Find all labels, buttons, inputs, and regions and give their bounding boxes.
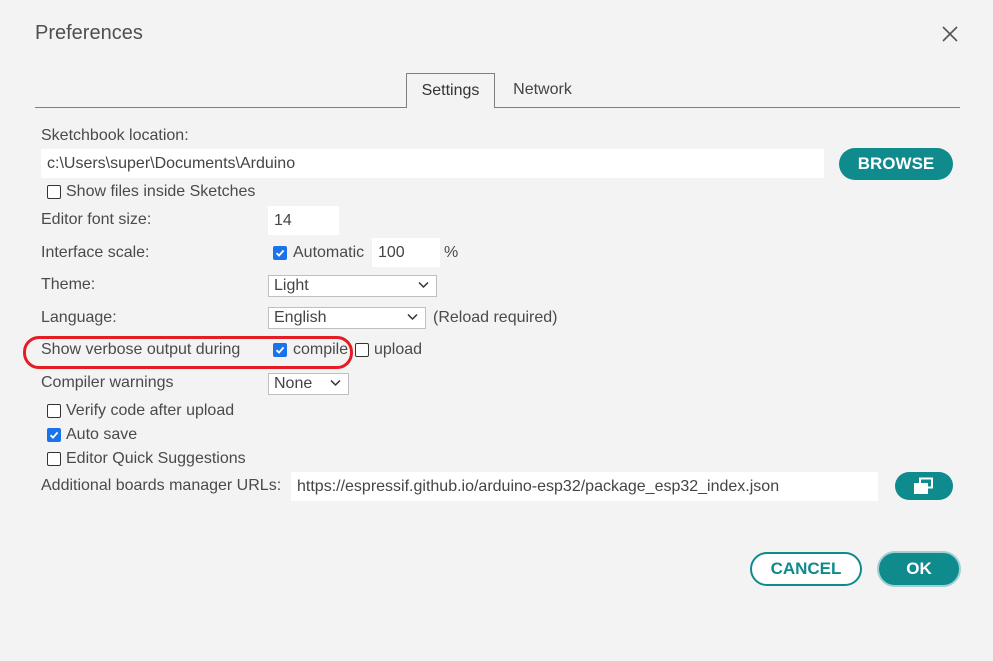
- chevron-down-icon: [418, 281, 429, 289]
- compiler-warnings-value: None: [274, 375, 313, 392]
- chevron-down-icon: [330, 379, 341, 387]
- auto-save-label: Auto save: [66, 426, 138, 443]
- tab-divider: [35, 107, 960, 108]
- annotation-highlight: [23, 336, 353, 369]
- editor-font-input[interactable]: 14: [268, 206, 339, 235]
- compiler-warnings-select[interactable]: None: [268, 373, 349, 395]
- interface-scale-label: Interface scale:: [41, 244, 150, 261]
- dialog-title: Preferences: [35, 22, 143, 44]
- language-label: Language:: [41, 309, 117, 326]
- reload-note: (Reload required): [433, 309, 558, 326]
- checkbox-icon: [47, 185, 61, 199]
- close-icon[interactable]: [940, 24, 960, 44]
- checkmark-icon: [275, 249, 285, 257]
- language-select[interactable]: English: [268, 307, 426, 329]
- theme-select[interactable]: Light: [268, 275, 437, 297]
- language-value: English: [274, 309, 327, 326]
- open-urls-button[interactable]: [895, 472, 953, 500]
- show-files-checkbox[interactable]: [47, 185, 61, 199]
- verbose-upload-checkbox[interactable]: [355, 343, 369, 357]
- editor-font-label: Editor font size:: [41, 211, 152, 228]
- sketchbook-label: Sketchbook location:: [41, 127, 189, 144]
- automatic-label: Automatic: [293, 244, 365, 261]
- verify-label: Verify code after upload: [66, 402, 235, 419]
- tab-network[interactable]: Network: [500, 73, 585, 107]
- percent-unit: %: [444, 244, 459, 261]
- theme-value: Light: [274, 277, 309, 294]
- verify-checkbox[interactable]: [47, 404, 61, 418]
- chevron-down-icon: [407, 313, 418, 321]
- boards-urls-label: Additional boards manager URLs:: [41, 477, 282, 494]
- compiler-warnings-label: Compiler warnings: [41, 374, 174, 391]
- window-restore-icon: [914, 477, 933, 494]
- checkmark-icon: [49, 431, 59, 439]
- interface-scale-input[interactable]: 100: [372, 238, 440, 267]
- verbose-upload-label: upload: [374, 341, 423, 358]
- ok-button[interactable]: OK: [877, 551, 961, 587]
- show-files-label: Show files inside Sketches: [66, 183, 256, 200]
- tab-settings[interactable]: Settings: [406, 73, 495, 108]
- automatic-checkbox[interactable]: [273, 246, 287, 260]
- sketchbook-path-input[interactable]: c:\Users\super\Documents\Arduino: [41, 149, 824, 178]
- boards-urls-input[interactable]: https://espressif.github.io/arduino-esp3…: [291, 472, 878, 501]
- auto-save-checkbox[interactable]: [47, 428, 61, 442]
- browse-button[interactable]: BROWSE: [839, 148, 953, 180]
- quick-suggestions-label: Editor Quick Suggestions: [66, 450, 246, 467]
- theme-label: Theme:: [41, 276, 96, 293]
- cancel-button[interactable]: CANCEL: [750, 552, 862, 586]
- quick-suggestions-checkbox[interactable]: [47, 452, 61, 466]
